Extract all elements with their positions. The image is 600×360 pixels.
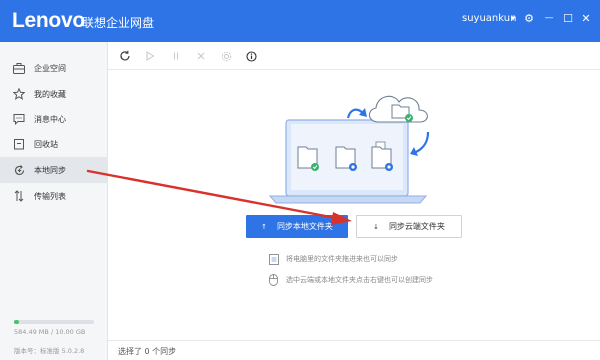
sidebar-item-label: 消息中心 [34, 114, 66, 124]
sidebar-item-label: 我的收藏 [34, 89, 66, 99]
title-bar: Lenovo 联想企业网盘 suyuankun ▾ ⚙ — ☐ ✕ [0, 0, 600, 42]
lenovo-logo: Lenovo [12, 9, 85, 32]
right-click-tip: 选中云端或本地文件夹点击右键也可以创建同步 [268, 274, 433, 286]
settings-icon[interactable] [219, 49, 233, 63]
sidebar-item-messages[interactable]: 消息中心 [0, 106, 108, 132]
sync-icon [12, 163, 26, 177]
right-click-tip-text: 选中云端或本地文件夹点击右键也可以创建同步 [286, 276, 433, 284]
toolbar [108, 42, 600, 70]
cancel-icon[interactable] [194, 49, 208, 63]
sidebar-item-transfer-list[interactable]: 传输列表 [0, 183, 108, 209]
drag-tip-text: 将电脑里的文件夹拖进来也可以同步 [286, 255, 398, 263]
storage-usage-text: 584.49 MB / 10.00 GB [14, 328, 86, 336]
refresh-icon[interactable] [118, 49, 132, 63]
transfer-icon [12, 189, 26, 203]
pause-icon[interactable] [169, 49, 183, 63]
sidebar-item-label: 企业空间 [34, 63, 66, 73]
storage-progress-bar [14, 320, 94, 324]
sidebar-item-favorites[interactable]: 我的收藏 [0, 81, 108, 107]
sidebar-item-enterprise-space[interactable]: 企业空间 [0, 55, 108, 81]
status-bar: 选择了 0 个同步 [108, 340, 600, 360]
play-icon[interactable] [143, 49, 157, 63]
trash-icon [12, 137, 26, 151]
sync-local-folder-label: 同步本地文件夹 [276, 222, 333, 231]
selection-status-text: 选择了 0 个同步 [118, 347, 177, 356]
sidebar-item-label: 回收站 [34, 139, 58, 149]
app-title: 联想企业网盘 [82, 16, 155, 30]
user-menu-chevron-icon[interactable]: ▾ [505, 9, 521, 27]
mouse-icon [268, 274, 279, 286]
version-text: 版本号：标准版 5.0.2.8 [14, 347, 85, 355]
main-content: ↑ 同步本地文件夹 ↓ 同步云端文件夹 将电脑里的文件夹拖进来也可以同步 选中云… [108, 70, 600, 340]
drag-file-icon [268, 253, 279, 265]
sync-illustration [268, 95, 430, 204]
message-icon [12, 112, 26, 126]
minimize-icon[interactable]: — [541, 9, 557, 27]
sidebar: 企业空间 我的收藏 消息中心 回收站 本地同步 传输列表 584.49 MB /… [0, 42, 108, 360]
upload-arrow-icon: ↑ [261, 222, 267, 231]
drag-tip: 将电脑里的文件夹拖进来也可以同步 [268, 253, 398, 265]
storage-progress-fill [14, 320, 19, 324]
sidebar-item-recycle-bin[interactable]: 回收站 [0, 131, 108, 157]
maximize-icon[interactable]: ☐ [560, 9, 576, 27]
star-icon [12, 87, 26, 101]
sidebar-item-label: 传输列表 [34, 191, 66, 201]
download-arrow-icon: ↓ [373, 222, 379, 231]
sync-local-folder-button[interactable]: ↑ 同步本地文件夹 [246, 215, 348, 238]
sync-cloud-folder-button[interactable]: ↓ 同步云端文件夹 [356, 215, 462, 238]
sidebar-item-local-sync[interactable]: 本地同步 [0, 157, 108, 183]
briefcase-icon [12, 61, 26, 75]
info-icon[interactable] [244, 49, 258, 63]
sidebar-item-label: 本地同步 [34, 165, 66, 175]
sync-cloud-folder-label: 同步云端文件夹 [388, 222, 445, 231]
settings-gear-icon[interactable]: ⚙ [521, 9, 537, 27]
close-icon[interactable]: ✕ [578, 9, 594, 27]
